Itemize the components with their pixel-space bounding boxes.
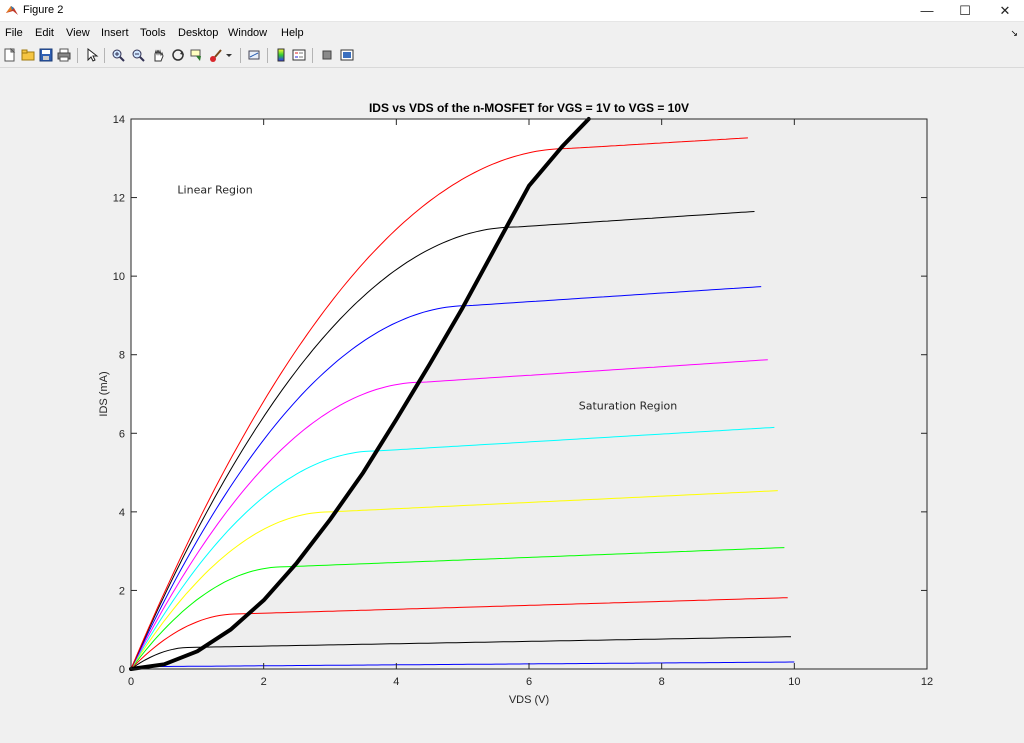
- zoom-out-icon[interactable]: [130, 47, 146, 63]
- brush-icon[interactable]: [208, 47, 224, 63]
- y-tick-label: 6: [119, 428, 125, 440]
- y-tick-label: 4: [119, 507, 125, 519]
- save-icon[interactable]: [38, 47, 54, 63]
- new-figure-icon[interactable]: [2, 47, 18, 63]
- x-tick-label: 0: [128, 676, 134, 688]
- menu-bar: File Edit View Insert Tools Desktop Wind…: [0, 22, 1024, 42]
- x-tick-label: 6: [526, 676, 532, 688]
- menu-tools[interactable]: Tools: [140, 27, 166, 39]
- toolbar-separator: [312, 48, 313, 63]
- close-button[interactable]: ✕: [986, 0, 1024, 21]
- x-axis-label: VDS (V): [509, 694, 549, 706]
- open-file-icon[interactable]: [20, 47, 36, 63]
- annotation-saturation-region: Saturation Region: [579, 400, 678, 413]
- toolbar-separator: [77, 48, 78, 63]
- y-tick-label: 0: [119, 664, 125, 676]
- maximize-button[interactable]: ☐: [946, 0, 984, 21]
- menu-edit[interactable]: Edit: [35, 27, 54, 39]
- zoom-in-icon[interactable]: [110, 47, 126, 63]
- toolbar-separator: [104, 48, 105, 63]
- toolbar-separator: [240, 48, 241, 63]
- brush-dropdown-arrow-icon[interactable]: [224, 47, 234, 63]
- figure-toolbar: [0, 43, 1024, 68]
- y-tick-label: 8: [119, 350, 125, 362]
- menu-view[interactable]: View: [66, 27, 90, 39]
- y-axis-label: IDS (mA): [98, 371, 110, 416]
- x-tick-label: 8: [659, 676, 665, 688]
- x-tick-label: 10: [788, 676, 800, 688]
- y-tick-label: 2: [119, 585, 125, 597]
- y-tick-label: 10: [113, 271, 125, 283]
- show-plot-tools-icon[interactable]: [339, 47, 355, 63]
- legend-icon[interactable]: [291, 47, 307, 63]
- menu-help[interactable]: Help: [281, 27, 304, 39]
- rotate-3d-icon[interactable]: [170, 47, 186, 63]
- colorbar-icon[interactable]: [273, 47, 289, 63]
- x-tick-label: 2: [261, 676, 267, 688]
- window-titlebar: Figure 2 — ☐ ✕: [0, 0, 1024, 22]
- x-tick-label: 4: [393, 676, 399, 688]
- link-plot-icon[interactable]: [246, 47, 262, 63]
- pointer-icon[interactable]: [84, 47, 100, 63]
- menu-window[interactable]: Window: [228, 27, 267, 39]
- annotation-linear-region: Linear Region: [177, 184, 252, 197]
- hide-plot-tools-icon[interactable]: [319, 47, 335, 63]
- menu-insert[interactable]: Insert: [101, 27, 129, 39]
- window-title: Figure 2: [23, 4, 64, 16]
- y-tick-label: 12: [113, 193, 125, 205]
- x-tick-label: 12: [921, 676, 933, 688]
- figure-canvas: 0 2 4 6 8 10 12 0 2 4 6 8 10 12 14 IDS vs VDS of the n…: [0, 68, 1024, 743]
- minimize-button[interactable]: —: [908, 0, 946, 21]
- pan-icon[interactable]: [150, 47, 166, 63]
- menu-overflow-arrow-icon[interactable]: ↘: [1010, 28, 1018, 39]
- toolbar-separator: [267, 48, 268, 63]
- plot-svg: 0 2 4 6 8 10 12 0 2 4 6 8 10 12 14 IDS vs VDS of the n…: [98, 101, 933, 706]
- menu-file[interactable]: File: [5, 27, 23, 39]
- matlab-logo-icon: [5, 3, 19, 17]
- y-tick-label: 14: [113, 114, 125, 126]
- data-cursor-icon[interactable]: [189, 47, 205, 63]
- menu-desktop[interactable]: Desktop: [178, 27, 218, 39]
- print-icon[interactable]: [56, 47, 72, 63]
- chart-title: IDS vs VDS of the n-MOSFET for VGS = 1V …: [369, 101, 689, 115]
